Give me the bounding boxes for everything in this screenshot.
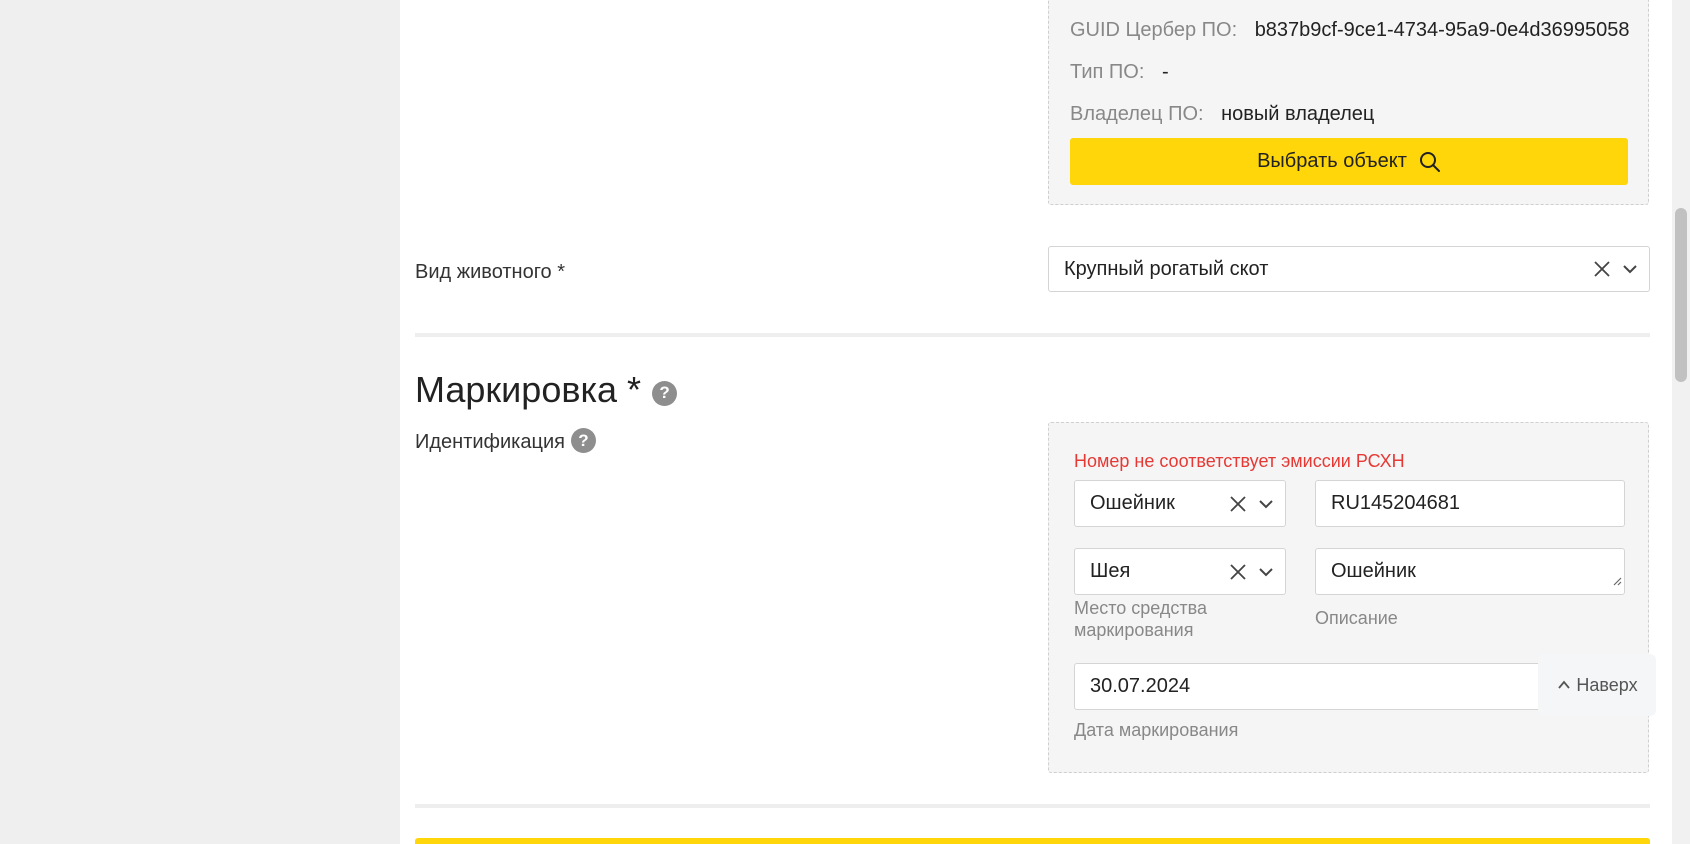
identification-label: Идентификация <box>415 431 565 453</box>
guid-row: GUID Цербер ПО: b837b9cf-9ce1-4734-95a9-… <box>1070 19 1629 42</box>
marking-place-select[interactable]: Шея <box>1074 548 1286 595</box>
guid-value: b837b9cf-9ce1-4734-95a9-0e4d36995058 <box>1254 19 1630 41</box>
page-content: GUID Цербер ПО: b837b9cf-9ce1-4734-95a9-… <box>400 0 1672 844</box>
help-icon[interactable]: ? <box>570 428 596 453</box>
chevron-up-icon <box>1556 677 1572 693</box>
marking-means-value: Ошейник <box>1090 492 1175 514</box>
chevron-down-icon[interactable] <box>1257 563 1275 581</box>
marking-means-select[interactable]: Ошейник <box>1074 480 1286 527</box>
description-value: Ошейник <box>1331 560 1416 582</box>
chevron-down-icon[interactable] <box>1257 495 1275 513</box>
marking-date-label: Дата маркирования <box>1074 720 1239 740</box>
select-object-button[interactable]: Выбрать объект <box>1070 138 1628 185</box>
animal-type-label: Вид животного * <box>415 261 566 283</box>
clear-icon[interactable] <box>1593 260 1611 278</box>
clear-icon[interactable] <box>1229 495 1247 513</box>
identification-error: Номер не соответствует эмиссии РСХН <box>1074 451 1405 471</box>
bottom-yellow-bar[interactable] <box>415 838 1650 844</box>
search-icon <box>1419 151 1441 173</box>
type-value: - <box>1161 61 1169 83</box>
marking-number-value: RU145204681 <box>1331 492 1460 514</box>
identification-label-row: Идентификация ? <box>415 428 596 454</box>
marking-number-input[interactable]: RU145204681 <box>1315 480 1625 527</box>
guid-label: GUID Цербер ПО: <box>1070 19 1238 41</box>
owner-value: новый владелец <box>1221 103 1375 125</box>
description-label: Описание <box>1315 608 1398 628</box>
owner-row: Владелец ПО: новый владелец <box>1070 103 1374 126</box>
help-icon[interactable]: ? <box>652 380 678 406</box>
resize-handle-icon[interactable] <box>1612 569 1622 592</box>
scrollbar-thumb[interactable] <box>1675 208 1687 382</box>
to-top-label: Наверх <box>1576 674 1638 695</box>
animal-type-value: Крупный рогатый скот <box>1064 257 1269 280</box>
section-divider <box>415 804 1650 808</box>
owner-info-card: GUID Цербер ПО: b837b9cf-9ce1-4734-95a9-… <box>1048 0 1649 205</box>
page-scrollbar[interactable] <box>1672 0 1690 844</box>
select-object-label: Выбрать объект <box>1257 150 1407 172</box>
type-row: Тип ПО: - <box>1070 61 1169 84</box>
clear-icon[interactable] <box>1229 563 1247 581</box>
description-textarea[interactable]: Ошейник <box>1315 548 1625 595</box>
marking-date-value: 30.07.2024 <box>1090 675 1191 697</box>
animal-type-select[interactable]: Крупный рогатый скот <box>1048 246 1650 292</box>
marking-place-label: Место средства маркирования <box>1074 598 1208 640</box>
marking-title-text: Маркировка * <box>415 369 642 410</box>
marking-place-value: Шея <box>1090 560 1131 582</box>
section-divider <box>415 333 1650 337</box>
type-label: Тип ПО: <box>1070 61 1145 83</box>
chevron-down-icon[interactable] <box>1621 260 1639 278</box>
owner-label: Владелец ПО: <box>1070 103 1204 125</box>
to-top-button[interactable]: Наверх <box>1538 654 1656 716</box>
identification-card: Номер не соответствует эмиссии РСХН Ошей… <box>1048 422 1649 773</box>
marking-title: Маркировка * ? <box>415 369 678 411</box>
